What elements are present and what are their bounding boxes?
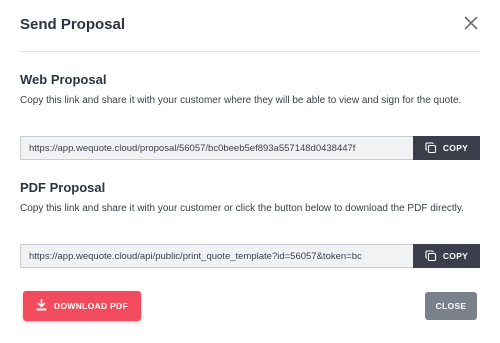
pdf-proposal-link-field[interactable] [20, 244, 413, 268]
web-proposal-title: Web Proposal [20, 72, 107, 87]
copy-label: COPY [442, 251, 469, 261]
pdf-proposal-copy-button[interactable]: COPY [413, 244, 480, 268]
download-pdf-label: DOWNLOAD PDF [54, 301, 128, 311]
copy-icon [425, 250, 437, 262]
pdf-proposal-description: Copy this link and share it with your cu… [20, 203, 464, 214]
web-proposal-description: Copy this link and share it with your cu… [20, 95, 462, 106]
copy-label: COPY [442, 143, 469, 153]
close-icon[interactable] [462, 14, 480, 32]
dialog-title: Send Proposal [20, 16, 126, 33]
web-proposal-link-field[interactable] [20, 136, 413, 160]
close-button[interactable]: CLOSE [425, 292, 477, 320]
web-proposal-section: Web Proposal Copy this link and share it… [20, 72, 480, 168]
download-pdf-button[interactable]: DOWNLOAD PDF [23, 291, 141, 321]
pdf-proposal-title: PDF Proposal [20, 180, 106, 195]
copy-icon [425, 142, 437, 154]
send-proposal-dialog: Send Proposal Web Proposal Copy this lin… [0, 0, 500, 343]
download-icon [36, 298, 47, 313]
pdf-proposal-link-row: COPY [20, 244, 480, 268]
dialog-header: Send Proposal [20, 0, 480, 52]
pdf-proposal-section: PDF Proposal Copy this link and share it… [20, 180, 480, 276]
web-proposal-copy-button[interactable]: COPY [413, 136, 480, 160]
web-proposal-link-row: COPY [20, 136, 480, 160]
